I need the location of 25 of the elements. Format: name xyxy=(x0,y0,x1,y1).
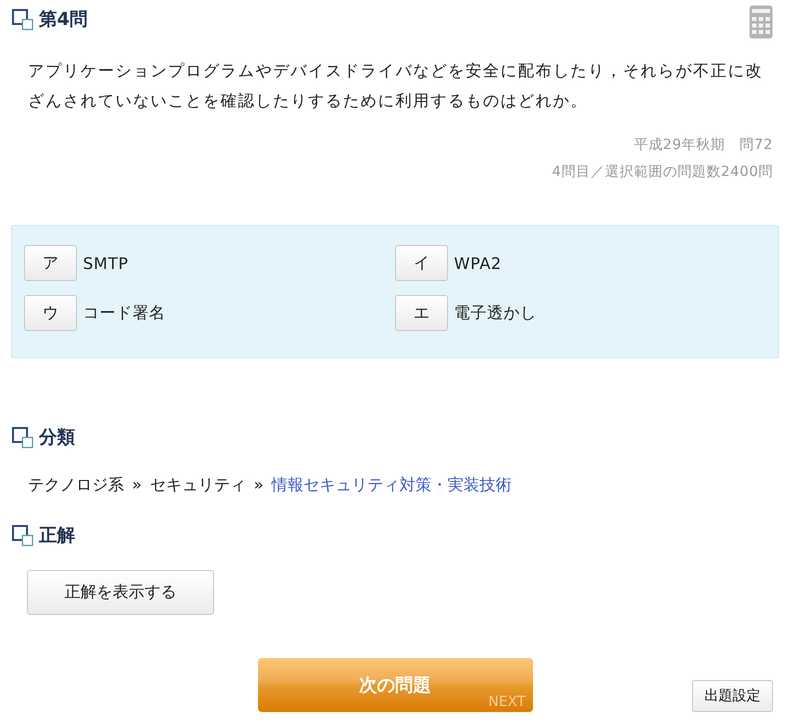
breadcrumb-separator: » xyxy=(132,474,142,496)
breadcrumb-item: テクノロジ系 xyxy=(28,474,124,496)
category-link[interactable]: 情報セキュリティ対策・実装技術 xyxy=(272,473,512,497)
breadcrumb-item: セキュリティ xyxy=(150,474,246,496)
choice-text: SMTP xyxy=(83,254,128,272)
squares-icon xyxy=(12,525,34,547)
show-answer-button[interactable]: 正解を表示する xyxy=(27,570,214,615)
section-title: 正解 xyxy=(39,524,75,548)
question-text: アプリケーションプログラムやデバイスドライバなどを安全に配布したり，それらが不正に改ざんされていないことを確認したりするために利用するものはどれか。 xyxy=(27,60,764,112)
breadcrumb-separator: » xyxy=(254,474,264,496)
squares-icon xyxy=(12,427,34,449)
choice-button[interactable]: ア xyxy=(24,245,77,281)
question-title: 第4問 xyxy=(39,8,88,32)
choice-button[interactable]: イ xyxy=(395,245,448,281)
exam-label: 平成29年秋期 問72 xyxy=(634,136,773,155)
progress-label: 4問目／選択範囲の問題数2400問 xyxy=(552,163,773,182)
settings-button[interactable]: 出題設定 xyxy=(692,680,773,712)
choice-text: コード署名 xyxy=(83,302,166,324)
squares-icon xyxy=(12,9,34,31)
calculator-icon[interactable] xyxy=(749,5,773,39)
choice-button[interactable]: ウ xyxy=(24,295,77,331)
section-title: 分類 xyxy=(39,426,75,450)
choice-button[interactable]: エ xyxy=(395,295,448,331)
choice-text: 電子透かし xyxy=(454,302,536,324)
choice-text: WPA2 xyxy=(454,254,502,272)
